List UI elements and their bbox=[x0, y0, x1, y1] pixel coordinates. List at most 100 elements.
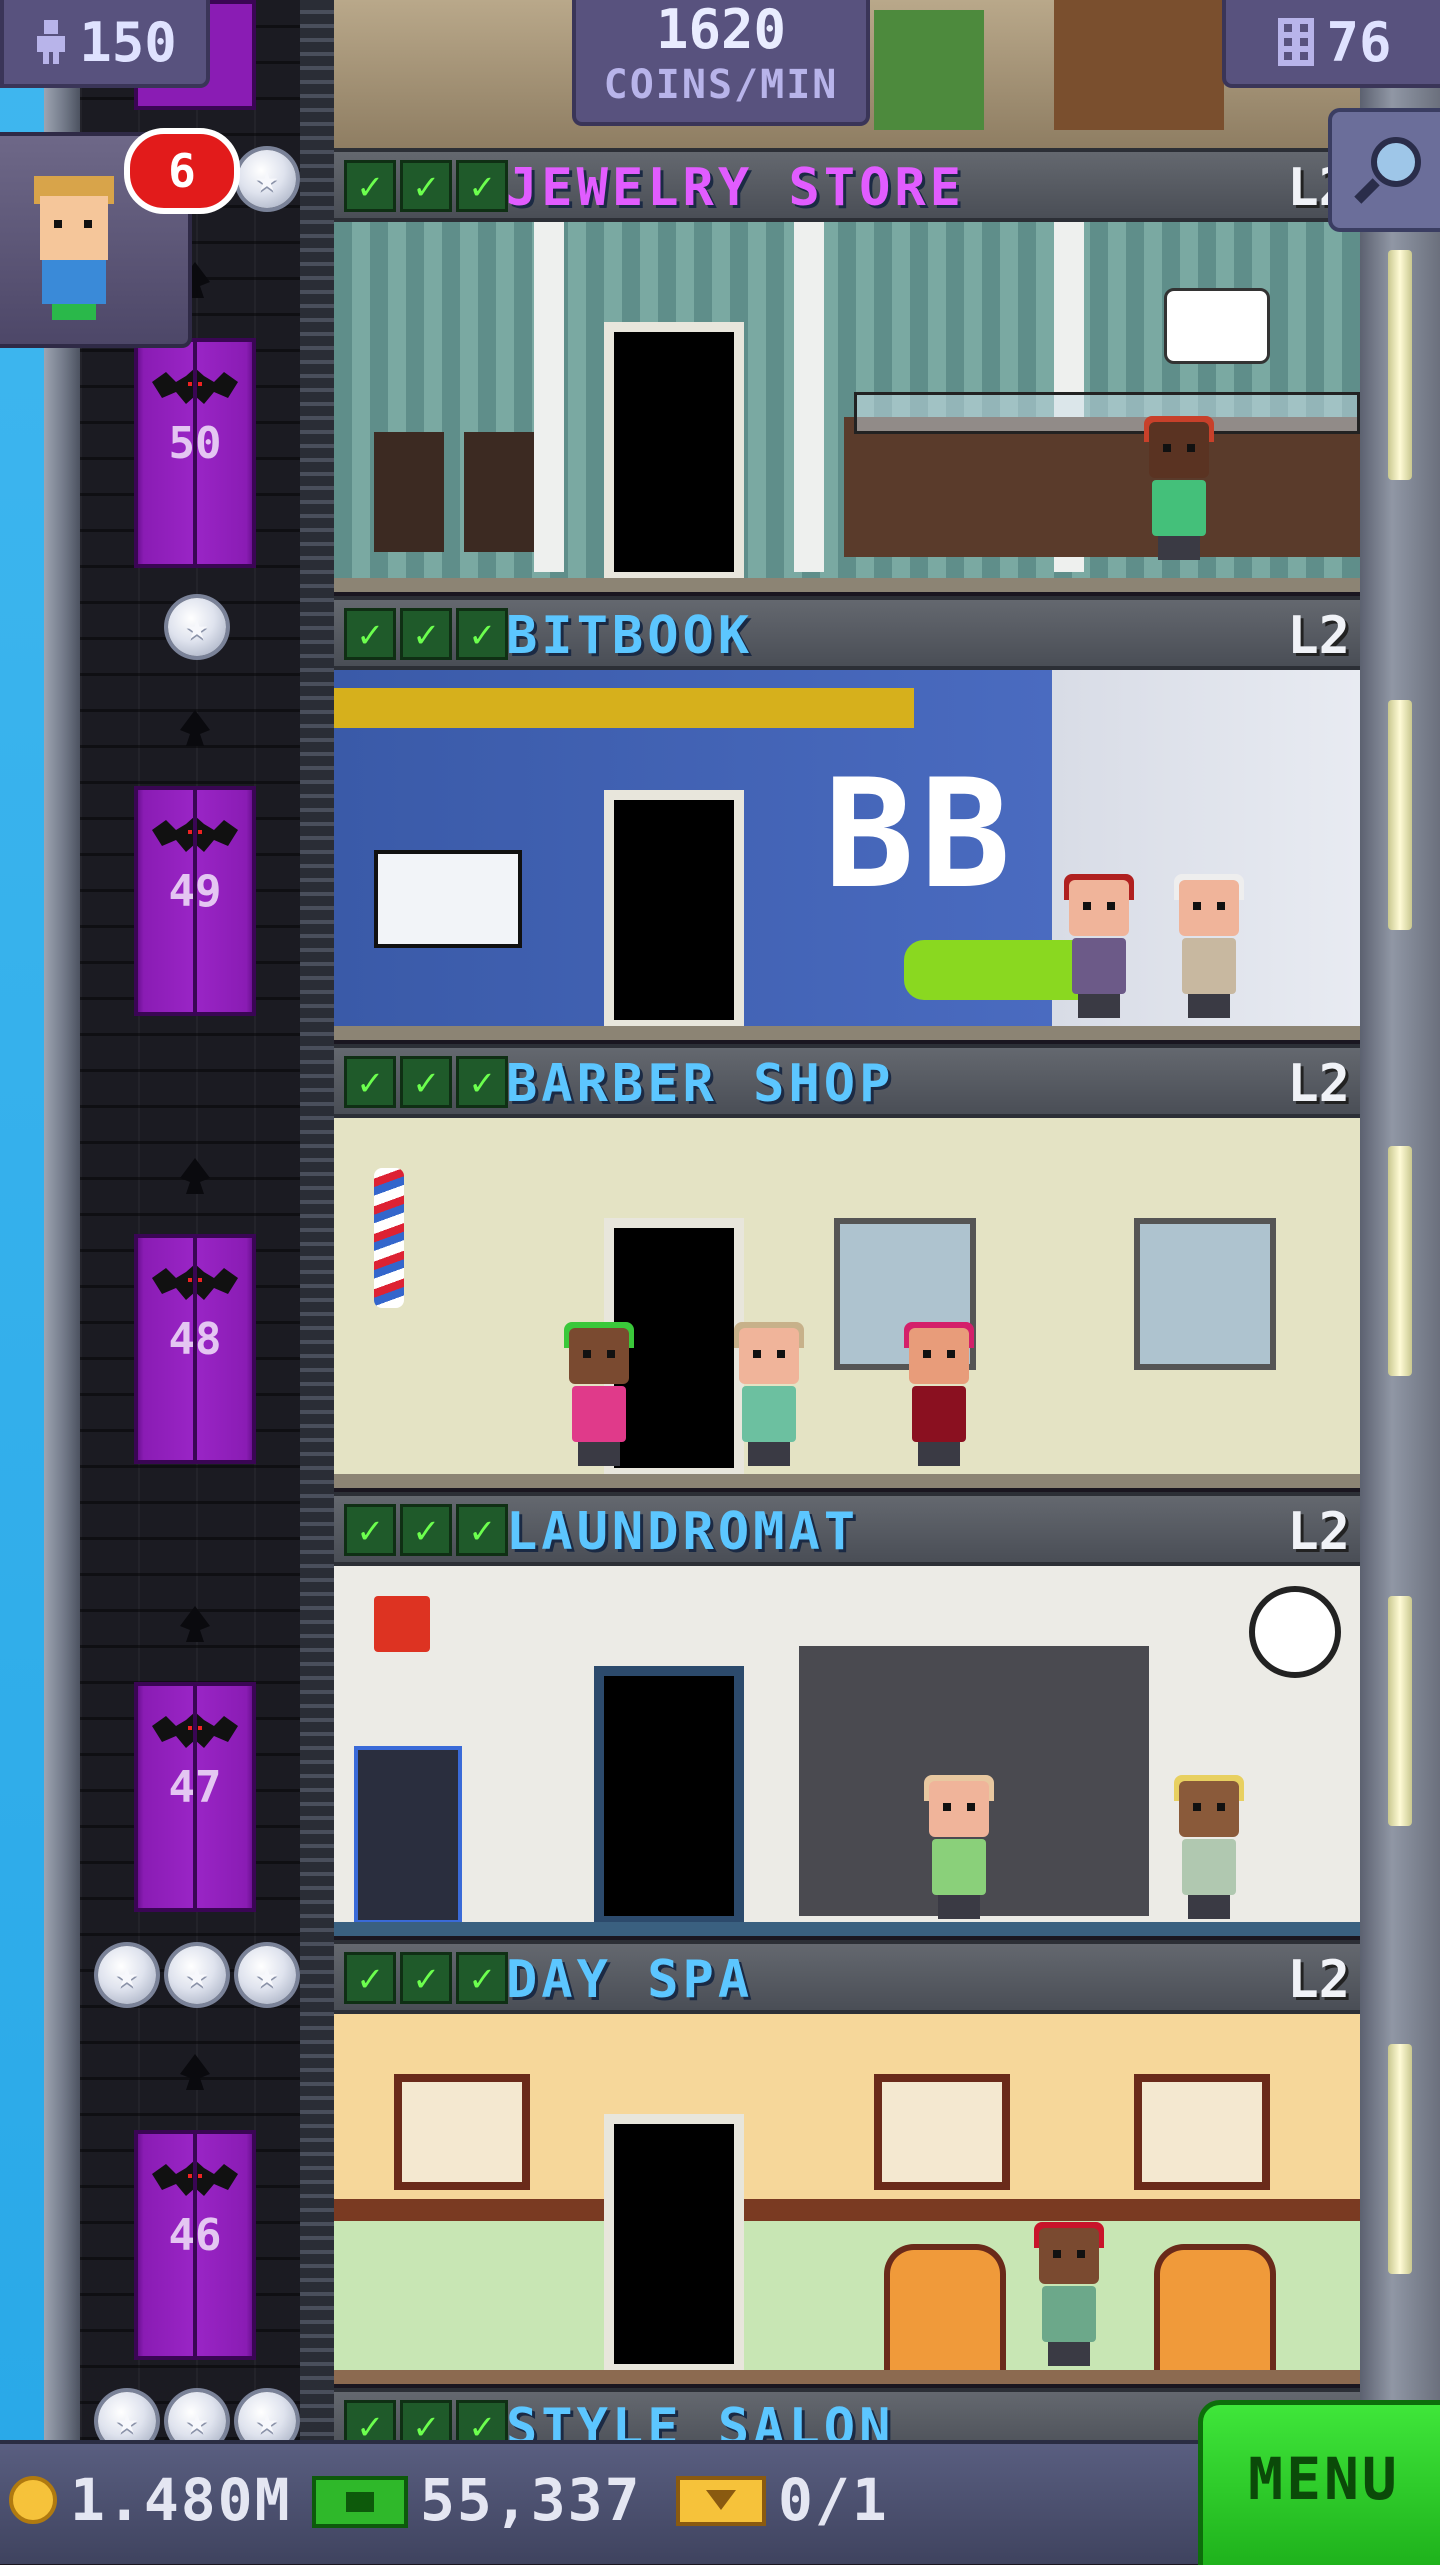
wall-picture bbox=[1134, 2074, 1270, 2190]
customer-person[interactable] bbox=[1144, 416, 1214, 562]
stock-checks: ✓ ✓ ✓ bbox=[344, 1056, 508, 1108]
wall-lamp bbox=[1388, 2044, 1412, 2274]
elevator-door[interactable]: 49 bbox=[134, 786, 256, 1016]
magnifier-icon bbox=[1354, 137, 1421, 204]
floor-name: DAY SPA bbox=[506, 1950, 754, 2010]
check-icon: ✓ bbox=[344, 1504, 396, 1556]
clock-icon bbox=[1249, 1586, 1341, 1678]
bux-display[interactable]: 55,337 bbox=[312, 2466, 642, 2534]
room-bitbook[interactable]: BB bbox=[334, 670, 1360, 1040]
coins-rate-value: 1620 bbox=[655, 0, 787, 61]
sky-strip bbox=[0, 0, 44, 2440]
search-button[interactable] bbox=[1328, 108, 1440, 232]
floor-header[interactable]: ✓ ✓ ✓ JEWELRY STORE L2 bbox=[334, 148, 1360, 222]
bat-icon bbox=[152, 368, 238, 404]
floor-name: JEWELRY STORE bbox=[506, 158, 965, 218]
floor-count-panel[interactable]: 76 bbox=[1222, 0, 1440, 88]
spade-ornament-icon bbox=[180, 2054, 210, 2090]
floor-level: L2 bbox=[1287, 1502, 1350, 1562]
floor-header[interactable]: ✓ ✓ ✓ BARBER SHOP L2 bbox=[334, 1044, 1360, 1118]
mirror bbox=[1134, 1218, 1276, 1370]
elevator-door[interactable]: 47 bbox=[134, 1682, 256, 1912]
room-day-spa[interactable] bbox=[334, 2014, 1360, 2384]
star-coin-icon[interactable] bbox=[98, 1946, 156, 2004]
spa-chair bbox=[1154, 2244, 1276, 2376]
monitor bbox=[374, 850, 522, 948]
star-coin-icon[interactable] bbox=[238, 1946, 296, 2004]
speech-bubble[interactable] bbox=[1164, 288, 1270, 364]
coin-icon bbox=[9, 2476, 57, 2524]
bat-icon bbox=[152, 2160, 238, 2196]
wall-lamp bbox=[1388, 250, 1412, 480]
star-coin-icon[interactable] bbox=[238, 150, 296, 208]
population-count: 150 bbox=[79, 10, 177, 74]
display-counter bbox=[844, 417, 1360, 557]
worker-person[interactable] bbox=[1034, 2222, 1104, 2368]
population-panel[interactable]: 150 bbox=[0, 0, 210, 88]
star-coin-icon[interactable] bbox=[168, 1946, 226, 2004]
check-icon: ✓ bbox=[400, 1952, 452, 2004]
spade-ornament-icon bbox=[180, 1158, 210, 1194]
elevator-floor-number: 48 bbox=[168, 1314, 222, 1365]
elevator-floor-number: 46 bbox=[168, 2210, 222, 2261]
wall-lamp bbox=[1388, 700, 1412, 930]
room-jewelry-store[interactable] bbox=[334, 222, 1360, 592]
wall-picture bbox=[874, 2074, 1010, 2190]
check-icon: ✓ bbox=[400, 160, 452, 212]
doorway bbox=[614, 332, 734, 572]
customer-person[interactable] bbox=[1064, 874, 1134, 1020]
tickets-display[interactable]: 0/1 bbox=[676, 2466, 889, 2534]
coins-display[interactable]: 1.480M bbox=[8, 2466, 292, 2534]
wall-lamp bbox=[1388, 1146, 1412, 1376]
check-icon: ✓ bbox=[456, 160, 508, 212]
bat-icon bbox=[152, 816, 238, 852]
coins-rate-panel[interactable]: 1620 COINS/MIN bbox=[572, 0, 870, 126]
display-case bbox=[854, 392, 1360, 434]
spade-ornament-icon bbox=[180, 710, 210, 746]
elevator-floor-number: 47 bbox=[168, 1762, 222, 1813]
floor-count: 76 bbox=[1326, 10, 1392, 74]
check-icon: ✓ bbox=[344, 1056, 396, 1108]
customer-person[interactable] bbox=[734, 1322, 804, 1468]
customer-person[interactable] bbox=[564, 1322, 634, 1468]
check-icon: ✓ bbox=[344, 608, 396, 660]
check-icon: ✓ bbox=[456, 1952, 508, 2004]
worker-person[interactable] bbox=[904, 1322, 974, 1468]
floor-header[interactable]: ✓ ✓ ✓ BITBOOK L2 bbox=[334, 596, 1360, 670]
bux-icon bbox=[312, 2476, 408, 2528]
tickets-amount: 0/1 bbox=[778, 2466, 889, 2534]
stock-checks: ✓ ✓ ✓ bbox=[344, 160, 508, 212]
menu-button[interactable]: MENU bbox=[1198, 2400, 1440, 2565]
floor-level: L2 bbox=[1287, 1054, 1350, 1114]
bux-amount: 55,337 bbox=[420, 2466, 642, 2534]
customer-person[interactable] bbox=[924, 1775, 994, 1921]
coins-rate-label: COINS/MIN bbox=[603, 62, 839, 108]
coins-amount: 1.480M bbox=[70, 2466, 292, 2534]
room-laundromat[interactable] bbox=[334, 1566, 1360, 1936]
floor-name: BITBOOK bbox=[506, 606, 754, 666]
no-sign-icon bbox=[374, 1596, 430, 1652]
check-icon: ✓ bbox=[456, 608, 508, 660]
person-icon bbox=[37, 20, 66, 64]
elevator-rail bbox=[300, 0, 334, 2440]
check-icon: ✓ bbox=[400, 1504, 452, 1556]
floor-header[interactable]: ✓ ✓ ✓ DAY SPA L2 bbox=[334, 1940, 1360, 2014]
floor-level: L2 bbox=[1287, 1950, 1350, 2010]
worker-person[interactable] bbox=[1174, 1775, 1244, 1921]
elevator-door[interactable]: 50 bbox=[134, 338, 256, 568]
stock-checks: ✓ ✓ ✓ bbox=[344, 608, 508, 660]
elevator-floor-number: 49 bbox=[168, 866, 222, 917]
star-coin-icon[interactable] bbox=[168, 598, 226, 656]
worker-person[interactable] bbox=[1174, 874, 1244, 1020]
elevator-door[interactable]: 48 bbox=[134, 1234, 256, 1464]
wall-lamp bbox=[1388, 1596, 1412, 1826]
menu-label: MENU bbox=[1248, 2445, 1400, 2513]
room-barber-shop[interactable] bbox=[334, 1118, 1360, 1488]
floor-level: L2 bbox=[1287, 606, 1350, 666]
doorway bbox=[614, 800, 734, 1020]
check-icon: ✓ bbox=[344, 160, 396, 212]
elevator-floor-number: 50 bbox=[168, 418, 222, 469]
floor-header[interactable]: ✓ ✓ ✓ LAUNDROMAT L2 bbox=[334, 1492, 1360, 1566]
elevator-door[interactable]: 46 bbox=[134, 2130, 256, 2360]
jewelry-stand bbox=[374, 432, 444, 552]
